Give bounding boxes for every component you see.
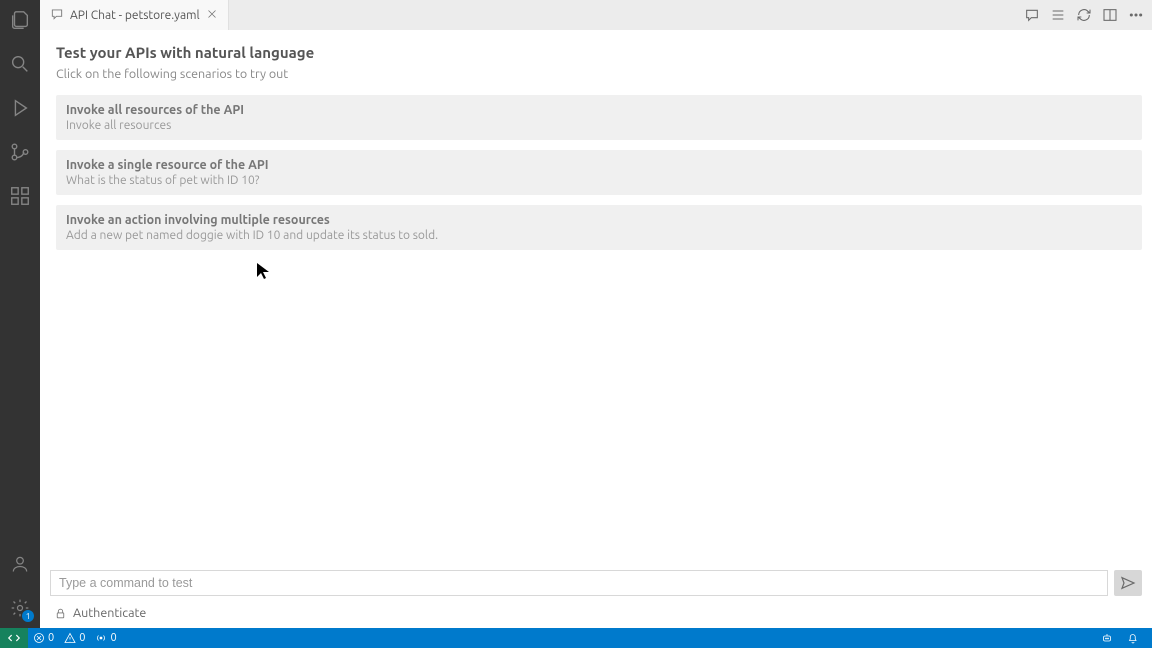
remote-indicator[interactable] bbox=[0, 628, 28, 648]
chat-area: Test your APIs with natural language Cli… bbox=[40, 30, 1152, 570]
scenario-card[interactable]: Invoke an action involving multiple reso… bbox=[56, 205, 1142, 250]
page-subtitle: Click on the following scenarios to try … bbox=[56, 67, 1142, 81]
command-input-row bbox=[40, 570, 1152, 596]
send-button[interactable] bbox=[1114, 570, 1142, 596]
scenario-title: Invoke a single resource of the API bbox=[66, 158, 1132, 172]
search-icon[interactable] bbox=[8, 52, 32, 76]
command-input[interactable] bbox=[50, 570, 1108, 596]
problems-errors[interactable]: 0 bbox=[28, 628, 59, 648]
problems-warnings[interactable]: 0 bbox=[59, 628, 90, 648]
authenticate-label: Authenticate bbox=[73, 606, 146, 620]
notifications-icon[interactable] bbox=[1124, 628, 1142, 648]
editor-tabbar: API Chat - petstore.yaml bbox=[40, 0, 1152, 30]
scenario-card[interactable]: Invoke all resources of the API Invoke a… bbox=[56, 95, 1142, 140]
warning-count: 0 bbox=[79, 632, 85, 644]
error-count: 0 bbox=[48, 632, 54, 644]
list-action-icon[interactable] bbox=[1050, 7, 1066, 23]
source-control-icon[interactable] bbox=[8, 140, 32, 164]
scenario-card[interactable]: Invoke a single resource of the API What… bbox=[56, 150, 1142, 195]
ports-forwarded[interactable]: 0 bbox=[90, 628, 121, 648]
authenticate-button[interactable]: Authenticate bbox=[40, 602, 1152, 628]
more-icon[interactable] bbox=[1128, 7, 1144, 23]
scenario-desc: Add a new pet named doggie with ID 10 an… bbox=[66, 229, 1132, 242]
run-debug-icon[interactable] bbox=[8, 96, 32, 120]
copilot-status-icon[interactable] bbox=[1098, 628, 1116, 648]
editor-actions bbox=[1016, 0, 1152, 30]
settings-gear-icon[interactable]: 1 bbox=[8, 596, 32, 620]
scenario-desc: What is the status of pet with ID 10? bbox=[66, 174, 1132, 187]
lock-icon bbox=[54, 607, 67, 620]
error-icon bbox=[33, 632, 45, 644]
scenario-title: Invoke an action involving multiple reso… bbox=[66, 213, 1132, 227]
activity-bar: 1 bbox=[0, 0, 40, 628]
explorer-icon[interactable] bbox=[8, 8, 32, 32]
warning-icon bbox=[64, 632, 76, 644]
status-bar: 0 0 0 bbox=[0, 628, 1152, 648]
account-icon[interactable] bbox=[8, 552, 32, 576]
ports-count: 0 bbox=[110, 632, 116, 644]
radio-icon bbox=[95, 632, 107, 644]
extensions-icon[interactable] bbox=[8, 184, 32, 208]
tab-title: API Chat - petstore.yaml bbox=[70, 9, 200, 22]
scenario-title: Invoke all resources of the API bbox=[66, 103, 1132, 117]
chat-action-icon[interactable] bbox=[1024, 7, 1040, 23]
settings-badge: 1 bbox=[22, 610, 34, 622]
close-icon[interactable] bbox=[206, 8, 218, 23]
scenario-desc: Invoke all resources bbox=[66, 119, 1132, 132]
refresh-icon[interactable] bbox=[1076, 7, 1092, 23]
tab-api-chat[interactable]: API Chat - petstore.yaml bbox=[40, 0, 229, 30]
chat-file-icon bbox=[50, 7, 64, 24]
split-editor-icon[interactable] bbox=[1102, 7, 1118, 23]
page-title: Test your APIs with natural language bbox=[56, 44, 1142, 61]
